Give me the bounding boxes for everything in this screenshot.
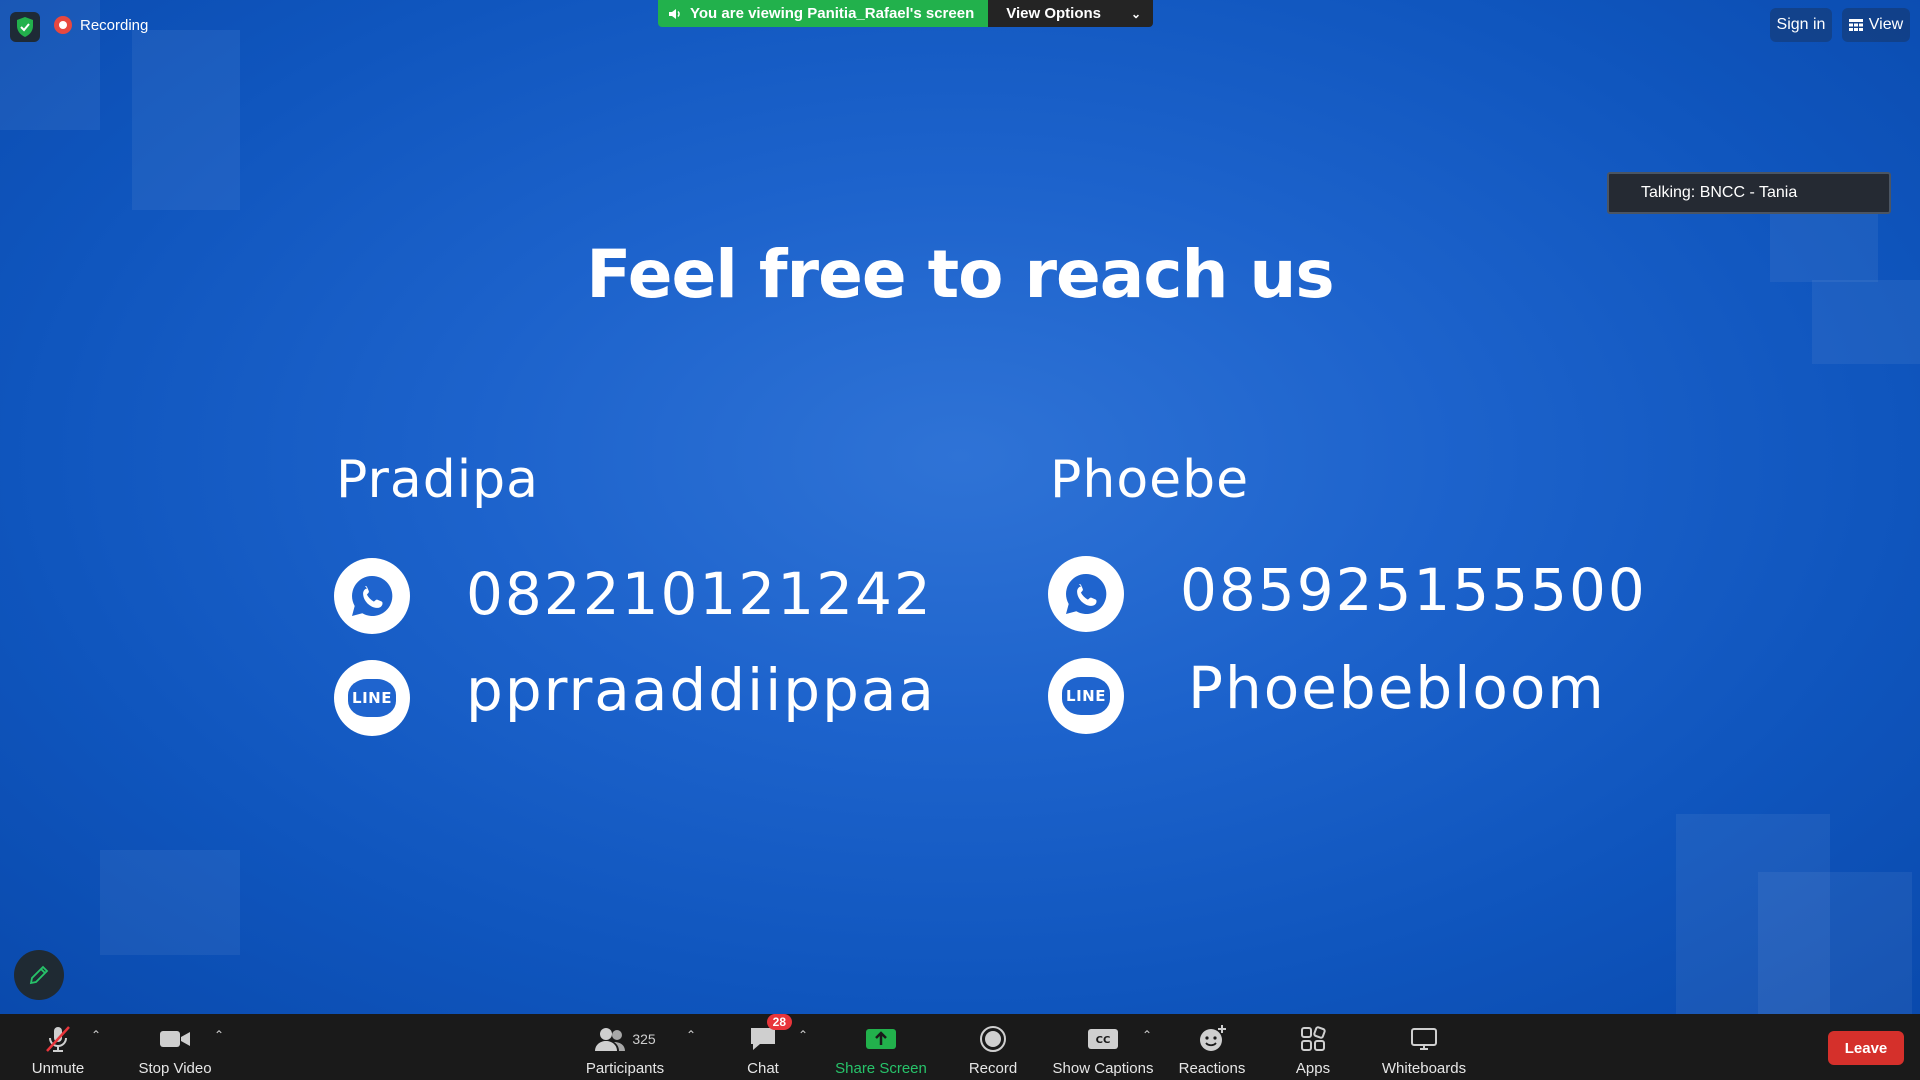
reactions-smiley-icon [1200, 1025, 1226, 1051]
line-badge-text: LINE [348, 679, 396, 717]
view-options-button[interactable]: View Options ⌄ [988, 0, 1154, 27]
viewing-text: You are viewing Panitia_Rafael's screen [690, 5, 975, 22]
show-captions-button[interactable]: CC Show Captions [1050, 1014, 1156, 1080]
stop-video-label: Stop Video [138, 1060, 212, 1077]
participants-button[interactable]: 325 Participants [578, 1014, 672, 1080]
sign-in-label: Sign in [1776, 16, 1826, 33]
muted-mic-icon [46, 1026, 70, 1052]
share-screen-icon [866, 1029, 896, 1049]
record-icon [980, 1026, 1006, 1052]
whatsapp-icon [334, 558, 410, 634]
recording-label: Recording [80, 16, 149, 34]
participants-label: Participants [585, 1060, 665, 1077]
captions-options-caret-icon[interactable]: ⌃ [1142, 1028, 1152, 1042]
unmute-button[interactable]: Unmute [18, 1014, 98, 1080]
whatsapp-number-phoebe: 085925155500 [1180, 556, 1647, 624]
participants-icon [595, 1028, 626, 1051]
apps-label: Apps [1295, 1060, 1331, 1077]
whatsapp-number-pradipa: 082210121242 [466, 560, 933, 628]
whatsapp-icon [1048, 556, 1124, 632]
sign-in-button[interactable]: Sign in [1770, 8, 1832, 42]
slide-title: Feel free to reach us [586, 236, 1334, 313]
share-screen-label: Share Screen [835, 1060, 927, 1077]
audio-options-caret-icon[interactable]: ⌃ [91, 1028, 101, 1042]
viewing-banner: You are viewing Panitia_Rafael's screen … [658, 0, 1154, 27]
chat-label: Chat [747, 1060, 779, 1077]
video-camera-icon [160, 1031, 190, 1047]
leave-button[interactable]: Leave [1828, 1031, 1904, 1065]
apps-icon [1301, 1026, 1326, 1051]
chevron-down-icon: ⌄ [1131, 6, 1142, 21]
view-button[interactable]: View [1842, 8, 1910, 42]
speaker-icon [669, 8, 680, 19]
participant-count: 325 [632, 1031, 656, 1047]
talking-indicator: Talking: BNCC - Tania [1607, 172, 1891, 214]
chat-options-caret-icon[interactable]: ⌃ [798, 1028, 808, 1042]
recording-indicator[interactable]: Recording [54, 14, 148, 36]
line-icon: LINE [334, 660, 410, 736]
whiteboards-button[interactable]: Whiteboards [1374, 1014, 1474, 1080]
participants-options-caret-icon[interactable]: ⌃ [686, 1028, 696, 1042]
stop-video-button[interactable]: Stop Video [130, 1014, 220, 1080]
show-captions-label: Show Captions [1052, 1060, 1154, 1077]
grid-view-icon [1848, 19, 1863, 31]
security-shield-icon[interactable] [10, 12, 40, 42]
view-options-label: View Options [1006, 5, 1101, 22]
line-id-pradipa: pprraaddiippaa [466, 656, 936, 724]
record-label: Record [968, 1060, 1018, 1077]
line-id-phoebe: Phoebebloom [1188, 654, 1606, 722]
chat-unread-badge: 28 [766, 1014, 792, 1030]
share-screen-button[interactable]: Share Screen [830, 1014, 932, 1080]
pencil-icon [29, 965, 49, 985]
line-icon: LINE [1048, 658, 1124, 734]
unmute-label: Unmute [31, 1060, 85, 1077]
view-label: View [1868, 16, 1904, 33]
closed-captions-icon: CC [1088, 1029, 1118, 1049]
chat-button[interactable]: 28 Chat [730, 1014, 796, 1080]
contact-name-phoebe: Phoebe [1050, 450, 1250, 510]
line-badge-text: LINE [1062, 677, 1110, 715]
svg-text:CC: CC [1096, 1035, 1111, 1046]
whiteboard-icon [1411, 1028, 1437, 1050]
viewing-label: You are viewing Panitia_Rafael's screen [658, 0, 989, 27]
record-button[interactable]: Record [956, 1014, 1030, 1080]
contact-name-pradipa: Pradipa [336, 450, 540, 510]
reactions-button[interactable]: Reactions [1170, 1014, 1254, 1080]
whiteboards-label: Whiteboards [1381, 1060, 1467, 1077]
video-options-caret-icon[interactable]: ⌃ [214, 1028, 224, 1042]
annotate-pencil-button[interactable] [14, 950, 64, 1000]
recording-icon [54, 16, 72, 34]
apps-button[interactable]: Apps [1282, 1014, 1344, 1080]
meeting-toolbar: Unmute ⌃ Stop Video ⌃ 325 Participants ⌃… [0, 1014, 1920, 1080]
reactions-label: Reactions [1178, 1060, 1246, 1077]
shared-screen: Feel free to reach us Pradipa 0822101212… [0, 0, 1920, 1014]
